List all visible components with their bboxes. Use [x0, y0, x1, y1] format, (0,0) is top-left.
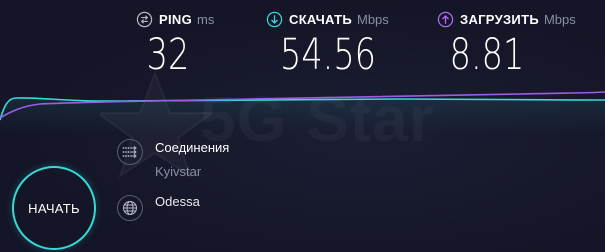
ping-value: 32	[146, 30, 190, 80]
ping-unit: ms	[196, 11, 215, 27]
download-metric: СКАЧАТЬ Mbps 54.56	[266, 8, 406, 78]
ping-label: PING	[159, 11, 192, 27]
upload-metric: ЗАГРУЗИТЬ Mbps 8.81	[437, 8, 587, 78]
connections-icon[interactable]	[117, 139, 143, 165]
server-location-button[interactable]	[117, 195, 143, 221]
start-button[interactable]: НАЧАТЬ	[12, 166, 96, 250]
provider-name: Kyivstar	[155, 164, 202, 179]
download-header: СКАЧАТЬ Mbps	[266, 8, 406, 30]
download-arrow-icon	[266, 11, 283, 27]
upload-header: ЗАГРУЗИТЬ Mbps	[437, 8, 587, 30]
start-button-label: НАЧАТЬ	[28, 200, 80, 216]
upload-value: 8.81	[449, 30, 525, 80]
ping-metric: PING ms 32	[136, 8, 228, 78]
speedtest-app: 5G Star PING ms 32 СКАЧАТЬ Mbps 54.56	[0, 0, 605, 252]
connections-label: Соединения	[155, 140, 230, 155]
upload-arrow-icon	[437, 11, 454, 27]
download-value: 54.56	[279, 30, 377, 80]
server-location[interactable]: Odessa	[155, 194, 200, 209]
download-unit: Mbps	[356, 11, 389, 27]
upload-unit: Mbps	[543, 11, 576, 27]
ping-icon	[136, 11, 153, 27]
download-graph-fill	[0, 97, 605, 134]
globe-icon	[123, 201, 137, 215]
connections-arrows-icon	[122, 145, 137, 159]
download-label: СКАЧАТЬ	[289, 11, 352, 27]
speed-graph	[0, 91, 605, 134]
upload-label: ЗАГРУЗИТЬ	[460, 11, 539, 27]
ping-header: PING ms	[136, 8, 228, 30]
